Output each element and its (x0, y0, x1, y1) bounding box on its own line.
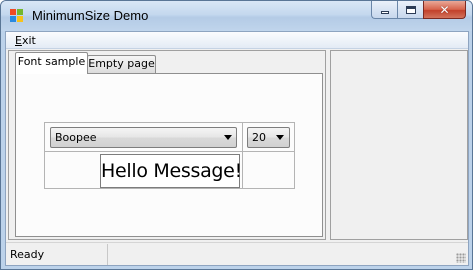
minimize-button[interactable] (371, 1, 397, 19)
app-window: MinimumSize Demo ✕ Exit Font sample Empt… (0, 0, 473, 270)
client-area: Exit Font sample Empty page Boopee 20 He… (5, 31, 469, 266)
tab-font-sample[interactable]: Font sample (15, 52, 88, 74)
window-controls: ✕ (371, 1, 466, 20)
resize-grip-icon[interactable] (456, 253, 466, 263)
app-windows-icon[interactable] (10, 9, 24, 23)
tab-page-font-sample: Boopee 20 Hello Message! (15, 73, 323, 237)
maximize-button[interactable] (397, 1, 423, 19)
split-panel-left: Font sample Empty page Boopee 20 Hello M… (8, 50, 326, 240)
font-family-value: Boopee (55, 131, 97, 144)
status-bar: Ready (6, 242, 468, 265)
font-size-select[interactable]: 20 (247, 127, 290, 148)
tab-empty-page[interactable]: Empty page (87, 55, 156, 73)
table-divider-horizontal (45, 151, 294, 152)
close-button[interactable]: ✕ (423, 1, 466, 19)
menu-item-exit-label: xit (21, 34, 36, 47)
menu-item-exit-mnemonic: E (15, 34, 22, 47)
window-title: MinimumSize Demo (32, 8, 149, 23)
close-icon: ✕ (439, 2, 450, 17)
font-size-value: 20 (252, 131, 266, 144)
chevron-down-icon[interactable] (224, 135, 232, 140)
menu-bar: Exit (6, 32, 468, 49)
status-label: Ready (10, 248, 45, 261)
minimize-icon (380, 10, 389, 14)
font-family-select[interactable]: Boopee (50, 127, 237, 148)
layout-table: Boopee 20 Hello Message! (44, 122, 295, 189)
split-panel-right (330, 50, 468, 240)
table-divider-vertical (242, 123, 243, 188)
title-bar[interactable]: MinimumSize Demo ✕ (1, 1, 472, 31)
sample-message-label: Hello Message! (100, 154, 242, 188)
maximize-icon (405, 5, 416, 14)
status-separator (107, 244, 108, 265)
chevron-down-icon[interactable] (276, 135, 284, 140)
menu-item-exit[interactable]: Exit (15, 34, 36, 47)
